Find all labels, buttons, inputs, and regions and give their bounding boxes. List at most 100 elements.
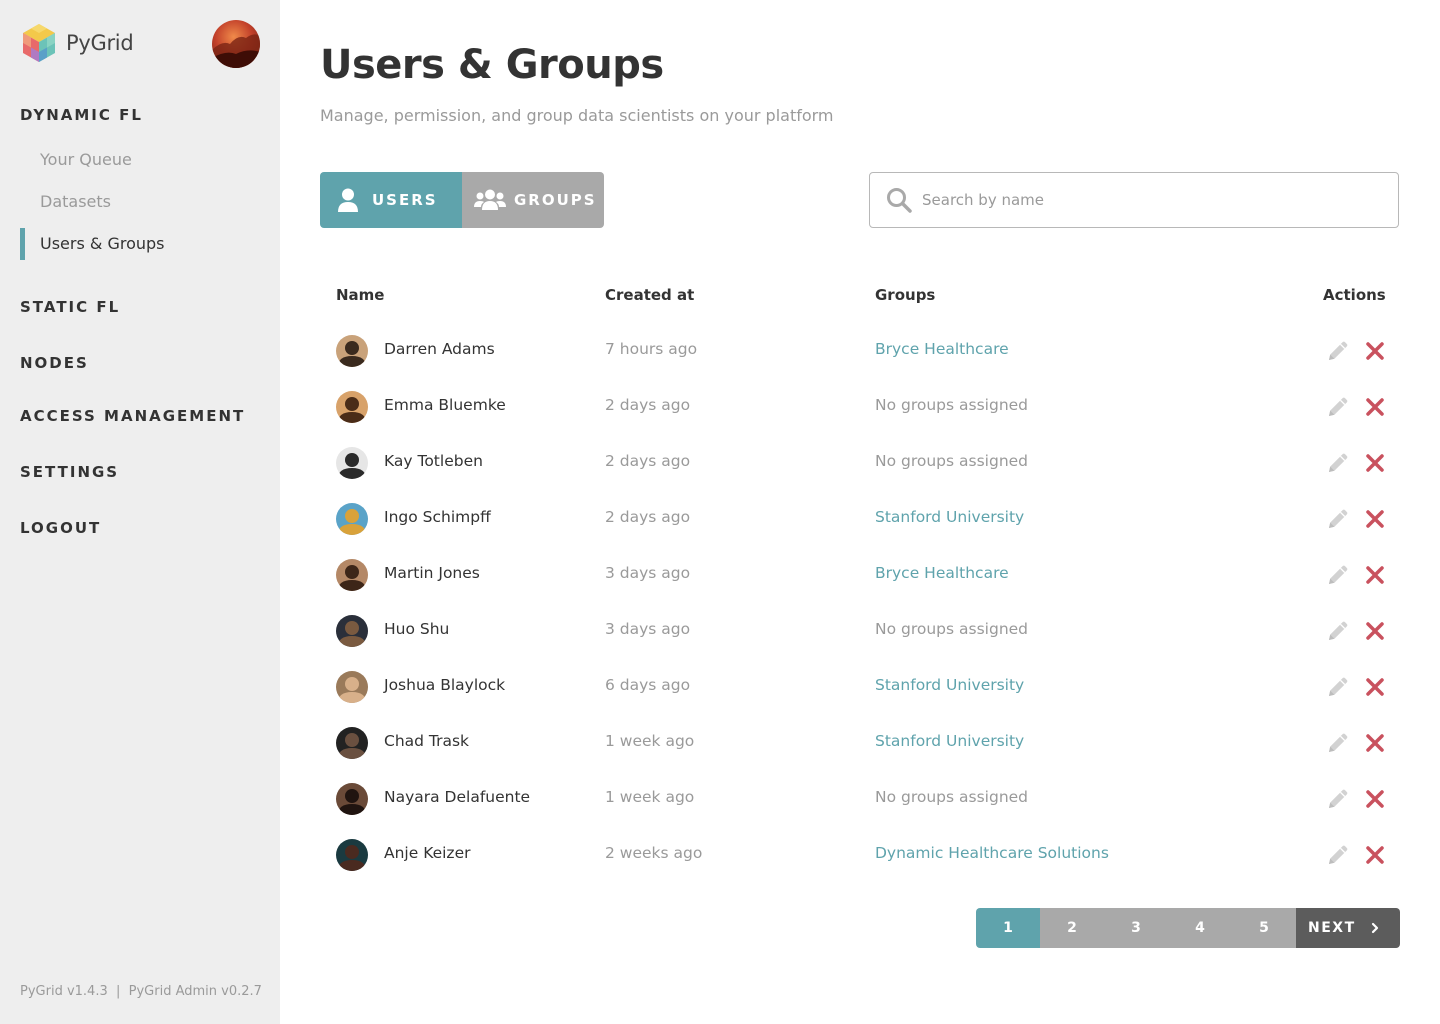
delete-x-icon[interactable]	[1365, 565, 1385, 585]
edit-pencil-icon[interactable]	[1326, 507, 1350, 531]
user-group[interactable]: Stanford University	[875, 676, 1024, 694]
user-group: No groups assigned	[875, 452, 1029, 470]
chevron-right-icon	[1371, 922, 1378, 934]
user-name[interactable]: Chad Trask	[384, 732, 469, 750]
nav-section-access-management[interactable]: ACCESS MANAGEMENT	[20, 407, 245, 425]
user-avatar-icon	[336, 503, 368, 535]
table-row[interactable]: Martin Jones 3 days ago Bryce Healthcare	[320, 547, 1400, 603]
active-nav-indicator	[20, 228, 25, 260]
edit-pencil-icon[interactable]	[1326, 843, 1350, 867]
avatar-image-icon	[212, 34, 260, 68]
column-header-created[interactable]: Created at	[605, 286, 694, 304]
table-row[interactable]: Kay Totleben 2 days ago No groups assigned	[320, 435, 1400, 491]
nav-section-dynamic-fl[interactable]: DYNAMIC FL	[20, 106, 143, 124]
page-button-4[interactable]: 4	[1168, 908, 1232, 948]
search-input[interactable]	[922, 191, 1382, 209]
nav-item-users-groups[interactable]: Users & Groups	[40, 234, 165, 253]
delete-x-icon[interactable]	[1365, 341, 1385, 361]
table-row[interactable]: Emma Bluemke 2 days ago No groups assigned	[320, 379, 1400, 435]
next-page-button[interactable]: NEXT	[1296, 908, 1400, 948]
version-info: PyGrid v1.4.3 | PyGrid Admin v0.2.7	[20, 984, 262, 999]
nav-section-settings[interactable]: SETTINGS	[20, 463, 119, 481]
nav-item-datasets[interactable]: Datasets	[40, 192, 111, 211]
next-page-label: NEXT	[1308, 920, 1356, 936]
table-row[interactable]: Anje Keizer 2 weeks ago Dynamic Healthcare…	[320, 827, 1400, 883]
user-avatar[interactable]	[212, 20, 260, 68]
edit-pencil-icon[interactable]	[1326, 451, 1350, 475]
delete-x-icon[interactable]	[1365, 677, 1385, 697]
user-group[interactable]: Dynamic Healthcare Solutions	[875, 844, 1109, 862]
user-avatar-icon	[336, 615, 368, 647]
edit-pencil-icon[interactable]	[1326, 675, 1350, 699]
page-button-2[interactable]: 2	[1040, 908, 1104, 948]
page-button-3[interactable]: 3	[1104, 908, 1168, 948]
user-group[interactable]: Stanford University	[875, 732, 1024, 750]
table-row[interactable]: Huo Shu 3 days ago No groups assigned	[320, 603, 1400, 659]
search-box	[869, 172, 1399, 228]
edit-pencil-icon[interactable]	[1326, 731, 1350, 755]
created-at: 3 days ago	[605, 564, 691, 582]
groups-tab-label: GROUPS	[514, 191, 597, 209]
user-name[interactable]: Martin Jones	[384, 564, 480, 582]
user-name[interactable]: Nayara Delafuente	[384, 788, 530, 806]
delete-x-icon[interactable]	[1365, 621, 1385, 641]
edit-pencil-icon[interactable]	[1326, 563, 1350, 587]
user-avatar-icon	[336, 839, 368, 871]
user-avatar-icon	[336, 783, 368, 815]
table-row[interactable]: Darren Adams 7 hours ago Bryce Healthcare	[320, 323, 1400, 379]
groups-tab-button[interactable]: GROUPS	[462, 172, 604, 228]
table-row[interactable]: Chad Trask 1 week ago Stanford University	[320, 715, 1400, 771]
nav-section-nodes[interactable]: NODES	[20, 354, 89, 372]
edit-pencil-icon[interactable]	[1326, 619, 1350, 643]
users-tab-label: USERS	[372, 191, 438, 209]
delete-x-icon[interactable]	[1365, 845, 1385, 865]
page-subtitle: Manage, permission, and group data scien…	[320, 106, 834, 125]
table-row[interactable]: Ingo Schimpff 2 days ago Stanford Universi…	[320, 491, 1400, 547]
user-avatar-icon	[336, 671, 368, 703]
user-name[interactable]: Emma Bluemke	[384, 396, 506, 414]
created-at: 7 hours ago	[605, 340, 698, 358]
user-avatar-icon	[336, 727, 368, 759]
created-at: 1 week ago	[605, 732, 695, 750]
page-title: Users & Groups	[320, 42, 664, 88]
delete-x-icon[interactable]	[1365, 453, 1385, 473]
delete-x-icon[interactable]	[1365, 789, 1385, 809]
user-group: No groups assigned	[875, 620, 1029, 638]
user-name[interactable]: Huo Shu	[384, 620, 449, 638]
user-group: No groups assigned	[875, 788, 1029, 806]
delete-x-icon[interactable]	[1365, 733, 1385, 753]
user-icon	[338, 188, 358, 212]
users-tab-button[interactable]: USERS	[320, 172, 462, 228]
table-row[interactable]: Joshua Blaylock 6 days ago Stanford Univer…	[320, 659, 1400, 715]
delete-x-icon[interactable]	[1365, 509, 1385, 529]
edit-pencil-icon[interactable]	[1326, 339, 1350, 363]
user-name[interactable]: Anje Keizer	[384, 844, 470, 862]
page-button-1[interactable]: 1	[976, 908, 1040, 948]
user-group[interactable]: Bryce Healthcare	[875, 340, 1009, 358]
edit-pencil-icon[interactable]	[1326, 787, 1350, 811]
search-icon	[887, 188, 912, 213]
created-at: 2 days ago	[605, 508, 691, 526]
user-avatar-icon	[336, 335, 368, 367]
user-name[interactable]: Joshua Blaylock	[384, 676, 505, 694]
created-at: 2 days ago	[605, 452, 691, 470]
pagination: 1 2 3 4 5 NEXT	[976, 908, 1400, 948]
column-header-name[interactable]: Name	[336, 286, 384, 304]
user-name[interactable]: Darren Adams	[384, 340, 495, 358]
users-groups-toggle: USERS GROUPS	[320, 172, 604, 228]
user-name[interactable]: Ingo Schimpff	[384, 508, 491, 526]
nav-section-static-fl[interactable]: STATIC FL	[20, 298, 120, 316]
page-button-5[interactable]: 5	[1232, 908, 1296, 948]
nav-section-logout[interactable]: LOGOUT	[20, 519, 101, 537]
user-name[interactable]: Kay Totleben	[384, 452, 483, 470]
user-group[interactable]: Stanford University	[875, 508, 1024, 526]
column-header-groups[interactable]: Groups	[875, 286, 935, 304]
user-avatar-icon	[336, 447, 368, 479]
user-avatar-icon	[336, 391, 368, 423]
brand[interactable]: PyGrid	[20, 22, 134, 64]
table-row[interactable]: Nayara Delafuente 1 week ago No groups ass…	[320, 771, 1400, 827]
delete-x-icon[interactable]	[1365, 397, 1385, 417]
edit-pencil-icon[interactable]	[1326, 395, 1350, 419]
user-group[interactable]: Bryce Healthcare	[875, 564, 1009, 582]
nav-item-your-queue[interactable]: Your Queue	[40, 150, 132, 169]
